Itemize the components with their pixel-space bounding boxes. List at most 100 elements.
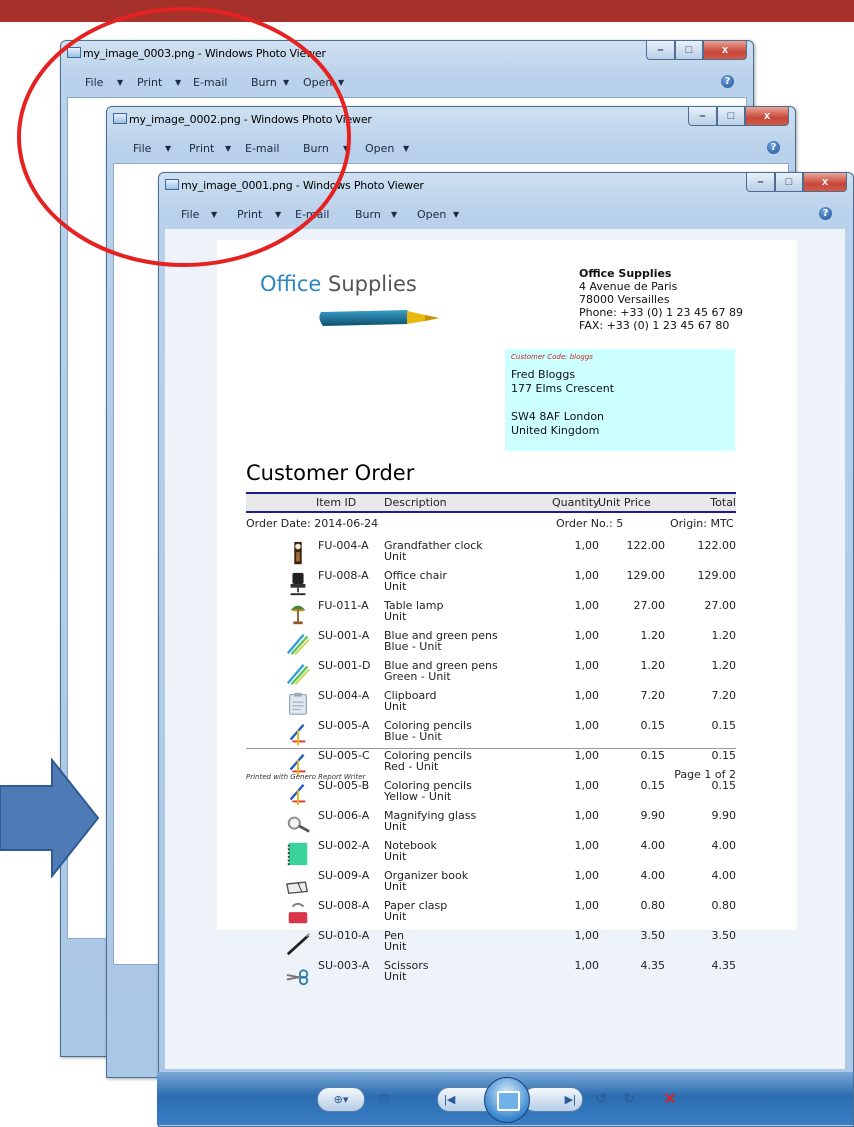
pencils-icon (284, 781, 312, 807)
item-quantity: 1,00 (574, 959, 600, 972)
delete-icon[interactable]: ✕ (657, 1087, 683, 1110)
chevron-down-icon[interactable]: ▼ (391, 210, 397, 219)
item-unit-price: 1.20 (640, 659, 666, 672)
customer-code: Customer Code: bloggs (511, 353, 593, 361)
item-total: 0.15 (711, 719, 737, 732)
customer-box: Customer Code: bloggs Fred Bloggs 177 El… (505, 349, 735, 451)
zoom-icon[interactable]: ⊕▾ (317, 1087, 365, 1112)
company-address: Office Supplies 4 Avenue de Paris 78000 … (579, 267, 744, 332)
item-total: 9.90 (711, 809, 737, 822)
minimize-button[interactable]: – (688, 107, 717, 126)
rotate-left-icon[interactable]: ↺ (589, 1087, 613, 1110)
chevron-down-icon[interactable]: ▼ (403, 144, 409, 153)
fit-icon[interactable]: ⊡ (371, 1087, 397, 1110)
footer-divider (246, 748, 736, 749)
chair-icon (284, 571, 312, 597)
close-button[interactable]: x (803, 173, 847, 192)
item-id: SU-001-D (318, 659, 371, 672)
minimize-button[interactable]: – (646, 41, 675, 60)
item-total: 4.00 (711, 839, 737, 852)
item-unit-price: 0.15 (640, 749, 666, 762)
item-unit-price: 4.00 (640, 869, 666, 882)
notebook-icon (284, 841, 312, 867)
item-quantity: 1,00 (574, 689, 600, 702)
organizer-icon (284, 871, 312, 897)
item-total: 7.20 (711, 689, 737, 702)
item-variant: Red - Unit (384, 760, 439, 773)
item-variant: Unit (384, 820, 407, 833)
menu-open[interactable]: Open (417, 208, 446, 221)
table-row: SU-001-A Blue and green pens Blue - Unit 1,… (217, 629, 797, 659)
item-total: 1.20 (711, 659, 737, 672)
table-row: SU-006-A Magnifying glass Unit 1,00 9.90 9.90 (217, 809, 797, 839)
item-total: 122.00 (697, 539, 737, 552)
lamp-icon (284, 601, 312, 627)
item-total: 1.20 (711, 629, 737, 642)
maximize-button[interactable]: □ (675, 41, 703, 60)
item-quantity: 1,00 (574, 749, 600, 762)
item-quantity: 1,00 (574, 899, 600, 912)
pencils-icon (284, 721, 312, 747)
help-icon[interactable]: ? (819, 207, 832, 220)
help-icon[interactable]: ? (721, 75, 734, 88)
table-row: FU-004-A Grandfather clock Unit 1,00 122.00 1… (217, 539, 797, 569)
item-unit-price: 4.00 (640, 839, 666, 852)
item-id: SU-006-A (318, 809, 370, 822)
item-quantity: 1,00 (574, 629, 600, 642)
close-button[interactable]: x (703, 41, 747, 60)
maximize-button[interactable]: □ (717, 107, 745, 126)
table-row: SU-001-D Blue and green pens Green - Unit 1… (217, 659, 797, 689)
order-document: Office Supplies Office Supplies 4 Avenue… (217, 240, 797, 986)
item-unit-price: 0.15 (640, 719, 666, 732)
item-unit-price: 0.80 (640, 899, 666, 912)
item-id: FU-008-A (318, 569, 369, 582)
menu-open[interactable]: Open (365, 142, 394, 155)
header-item-id: Item ID (316, 496, 357, 509)
item-variant: Green - Unit (384, 670, 451, 683)
item-quantity: 1,00 (574, 809, 600, 822)
item-id: SU-010-A (318, 929, 370, 942)
item-id: SU-009-A (318, 869, 370, 882)
item-quantity: 1,00 (574, 569, 600, 582)
pens-icon (284, 661, 312, 687)
customer-city: SW4 8AF London (511, 410, 605, 423)
item-total: 3.50 (711, 929, 737, 942)
item-variant: Unit (384, 880, 407, 893)
clipboard-icon (284, 691, 312, 717)
table-row: FU-008-A Office chair Unit 1,00 129.00 129.00 (217, 569, 797, 599)
chevron-down-icon[interactable]: ▼ (453, 210, 459, 219)
item-total: 27.00 (704, 599, 737, 612)
item-quantity: 1,00 (574, 539, 600, 552)
minimize-button[interactable]: – (746, 173, 775, 192)
item-variant: Unit (384, 940, 407, 953)
item-unit-price: 27.00 (633, 599, 666, 612)
customer-country: United Kingdom (511, 424, 600, 437)
slideshow-icon[interactable] (484, 1077, 530, 1123)
next-icon[interactable]: ▶| (523, 1087, 583, 1112)
item-variant: Blue - Unit (384, 730, 442, 743)
header-unit-price: Unit Price (598, 496, 651, 509)
item-unit-price: 7.20 (640, 689, 666, 702)
close-button[interactable]: x (745, 107, 789, 126)
item-variant: Unit (384, 610, 407, 623)
page-number: Page 1 of 2 (674, 768, 736, 781)
maximize-button[interactable]: □ (775, 173, 803, 192)
table-row: SU-010-A Pen Unit 1,00 3.50 3.50 (217, 929, 797, 959)
rotate-right-icon[interactable]: ↻ (617, 1087, 641, 1110)
item-quantity: 1,00 (574, 779, 600, 792)
item-total: 0.15 (711, 749, 737, 762)
item-unit-price: 4.35 (640, 959, 666, 972)
item-variant: Unit (384, 910, 407, 923)
item-variant: Unit (384, 970, 407, 983)
item-id: FU-011-A (318, 599, 369, 612)
item-unit-price: 0.15 (640, 779, 666, 792)
menu-burn[interactable]: Burn (355, 208, 381, 221)
printed-with: Printed with Genero Report Writer (246, 773, 366, 781)
pen-icon (284, 931, 312, 957)
item-variant: Unit (384, 700, 407, 713)
table-row: SU-002-A Notebook Unit 1,00 4.00 4.00 (217, 839, 797, 869)
customer-street: 177 Elms Crescent (511, 382, 615, 395)
header-description: Description (384, 496, 447, 509)
annotation-arrow (0, 758, 100, 878)
help-icon[interactable]: ? (767, 141, 780, 154)
